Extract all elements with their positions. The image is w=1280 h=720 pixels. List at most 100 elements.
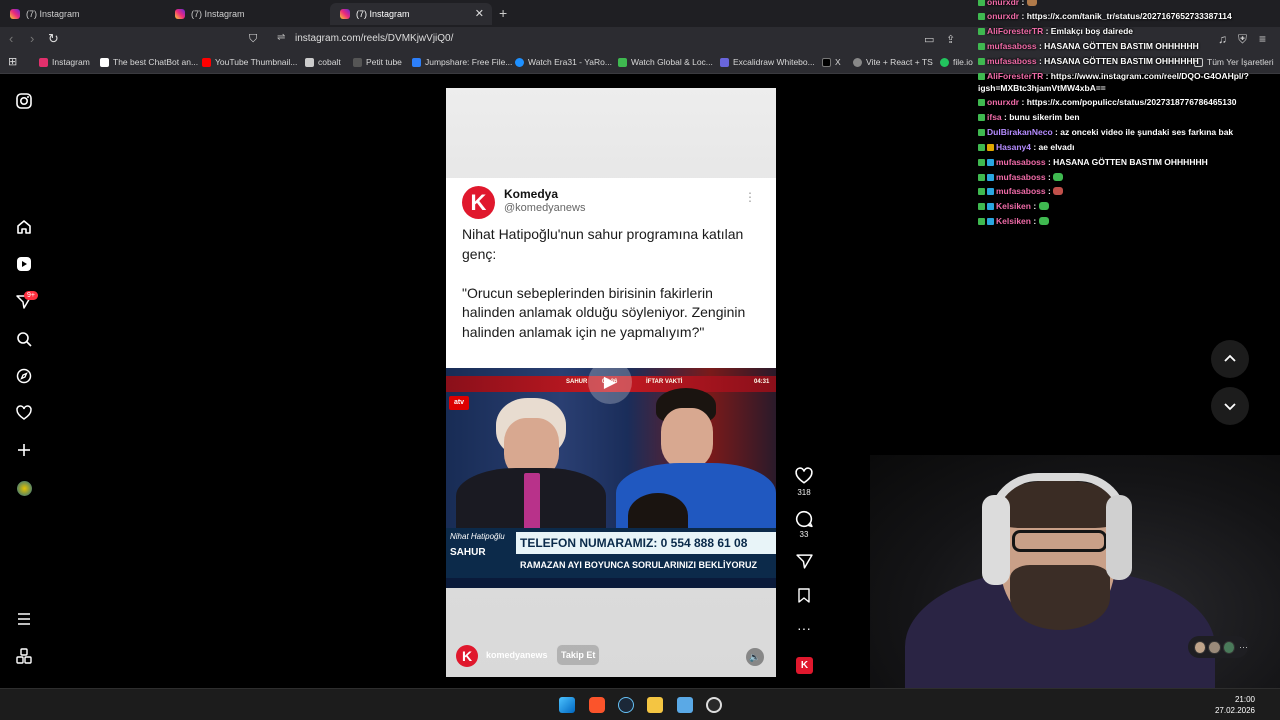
badge-icon xyxy=(978,13,985,20)
follow-button[interactable]: Takip Et xyxy=(556,644,601,666)
chat-message: AliForesterTR : https://www.instagram.co… xyxy=(978,71,1249,81)
author-avatar[interactable]: K xyxy=(456,645,478,667)
bookmark-favicon-icon xyxy=(412,57,421,67)
like-icon[interactable] xyxy=(794,467,814,490)
tab-3-active[interactable]: (7) Instagram ✕ xyxy=(330,3,492,25)
bookmark-item[interactable]: The best ChatBot an... xyxy=(100,57,198,67)
chat-user: mufasaboss xyxy=(996,186,1046,196)
badge-icon xyxy=(978,73,985,80)
chat-text: https://x.com/tanik_tr/status/2027167652… xyxy=(1026,11,1232,21)
home-icon[interactable] xyxy=(15,218,33,236)
reel-player[interactable]: K Komedya @komedyanews ⋮ Nihat Hatipoğlu… xyxy=(446,88,776,677)
chat-text: HASANA GÖTTEN BASTIM OHHHHHH xyxy=(1044,56,1199,66)
forward-icon[interactable]: › xyxy=(30,31,34,46)
viewer-avatars[interactable]: ··· xyxy=(1188,636,1248,658)
tab-2[interactable]: (7) Instagram xyxy=(165,3,330,25)
badge-icon xyxy=(978,129,985,136)
next-reel-button[interactable] xyxy=(1211,387,1249,425)
chat-message: mufasaboss : HASANA GÖTTEN BASTIM OHHHHH… xyxy=(978,157,1208,167)
share-send-icon[interactable] xyxy=(794,553,814,575)
viewer-avatar xyxy=(1208,640,1221,654)
apps-grid-icon[interactable]: ⊞ xyxy=(8,55,17,68)
search-icon[interactable] xyxy=(15,330,33,348)
chat-text: Emlakçı boş dairede xyxy=(1050,26,1133,36)
tab-1[interactable]: (7) Instagram xyxy=(0,3,165,25)
file-explorer-icon[interactable] xyxy=(647,697,663,713)
site-info-icon[interactable]: ⇌ xyxy=(277,32,285,43)
speaker-icon[interactable]: 🔈 xyxy=(746,648,764,666)
bookmark-item[interactable]: Watch Global & Loc... xyxy=(618,57,713,67)
badge-icon xyxy=(987,144,994,151)
play-icon[interactable]: ▶ xyxy=(588,360,632,404)
bookmark-item[interactable]: Instagram xyxy=(39,57,90,67)
tweet-more-icon: ⋮ xyxy=(744,190,756,204)
tab-title: (7) Instagram xyxy=(191,9,245,19)
comment-count: 33 xyxy=(799,530,809,539)
address-bar[interactable]: ⇌ instagram.com/reels/DVMKjwVjiQ0/ xyxy=(268,30,968,49)
share-icon[interactable]: ⇪ xyxy=(946,33,955,46)
start-windows-icon[interactable] xyxy=(559,697,575,713)
bookmark-item[interactable]: Vite + React + TS xyxy=(853,57,933,67)
chat-user: Kelsiken xyxy=(996,216,1031,226)
reels-icon[interactable] xyxy=(15,255,33,273)
chat-message: Kelsiken : xyxy=(978,216,1049,226)
instagram-favicon-icon xyxy=(175,9,185,19)
save-bookmark-icon[interactable] xyxy=(794,587,814,609)
headset-right-cup xyxy=(1106,495,1132,580)
bookmark-item[interactable]: file.io xyxy=(940,57,973,67)
explore-icon[interactable] xyxy=(15,367,33,385)
clock-date: 27.02.2026 xyxy=(1214,706,1255,715)
more-icon: ··· xyxy=(1238,642,1248,652)
heart-icon[interactable] xyxy=(15,404,33,422)
badge-icon xyxy=(978,58,985,65)
chat-user: mufasaboss xyxy=(996,172,1046,182)
bookmark-item[interactable]: YouTube Thumbnail... xyxy=(202,57,297,67)
photos-icon[interactable] xyxy=(677,697,693,713)
bookmark-favicon-icon xyxy=(853,57,862,67)
chat-user: AliForesterTR xyxy=(987,26,1044,36)
also-from-meta-icon[interactable] xyxy=(15,647,33,665)
more-menu-icon[interactable] xyxy=(15,610,33,628)
emote-icon xyxy=(1053,187,1064,195)
chat-text: HASANA GÖTTEN BASTIM OHHHHHH xyxy=(1044,41,1199,51)
bookmark-item[interactable]: Petit tube xyxy=(353,57,402,67)
profile-avatar[interactable] xyxy=(15,479,33,497)
new-tab-icon[interactable]: + xyxy=(499,5,507,21)
show-logo-big: SAHUR xyxy=(450,547,486,558)
chat-message: mufasaboss : xyxy=(978,186,1064,196)
create-plus-icon[interactable] xyxy=(15,441,33,459)
badge-icon xyxy=(978,28,985,35)
badge-icon xyxy=(987,203,994,210)
url-text: instagram.com/reels/DVMKjwVjiQ0/ xyxy=(295,33,454,44)
original-audio-icon[interactable]: K xyxy=(796,657,813,674)
bookmark-favicon-icon xyxy=(39,57,48,67)
cast-icon[interactable]: ▭ xyxy=(924,33,934,46)
back-icon[interactable]: ‹ xyxy=(9,31,13,46)
chat-message: Kelsiken : xyxy=(978,201,1049,211)
more-options-icon[interactable]: ··· xyxy=(794,620,814,636)
bookmark-item[interactable]: Watch Era31 - YaRo... xyxy=(515,57,612,67)
instagram-logo-icon[interactable] xyxy=(15,92,33,110)
bookmark-item[interactable]: cobalt xyxy=(305,57,341,67)
author-username[interactable]: komedyanews xyxy=(486,650,548,660)
steam-icon[interactable] xyxy=(618,697,634,713)
notification-badge: 9+ xyxy=(24,291,38,300)
bookmark-item[interactable]: Excalidraw Whitebo... xyxy=(720,57,815,67)
ramazan-banner: RAMAZAN AYI BOYUNCA SORULARINIZI BEKLİYO… xyxy=(520,560,758,570)
chat-user: mufasaboss xyxy=(996,157,1046,167)
bookmark-page-icon[interactable]: ⛉ xyxy=(249,33,257,46)
bookmark-item[interactable]: X xyxy=(822,57,841,67)
badge-icon xyxy=(978,43,985,50)
bookmark-item[interactable]: Jumpshare: Free File... xyxy=(412,57,512,67)
close-tab-icon[interactable]: ✕ xyxy=(475,7,484,20)
reload-icon[interactable]: ↻ xyxy=(48,31,59,47)
brave-browser-icon[interactable] xyxy=(589,697,605,713)
system-clock[interactable]: 21:00 27.02.2026 xyxy=(1215,694,1255,716)
previous-reel-button[interactable] xyxy=(1211,340,1249,378)
chat-text: az onceki video ile şundaki ses farkına … xyxy=(1060,127,1234,137)
instagram-favicon-icon xyxy=(10,9,20,19)
chat-text: HASANA GÖTTEN BASTIM OHHHHHH xyxy=(1053,157,1208,167)
bookmark-favicon-icon xyxy=(720,57,729,67)
band-right-text: İFTAR VAKTİ xyxy=(646,379,683,385)
obs-icon[interactable] xyxy=(706,697,722,713)
